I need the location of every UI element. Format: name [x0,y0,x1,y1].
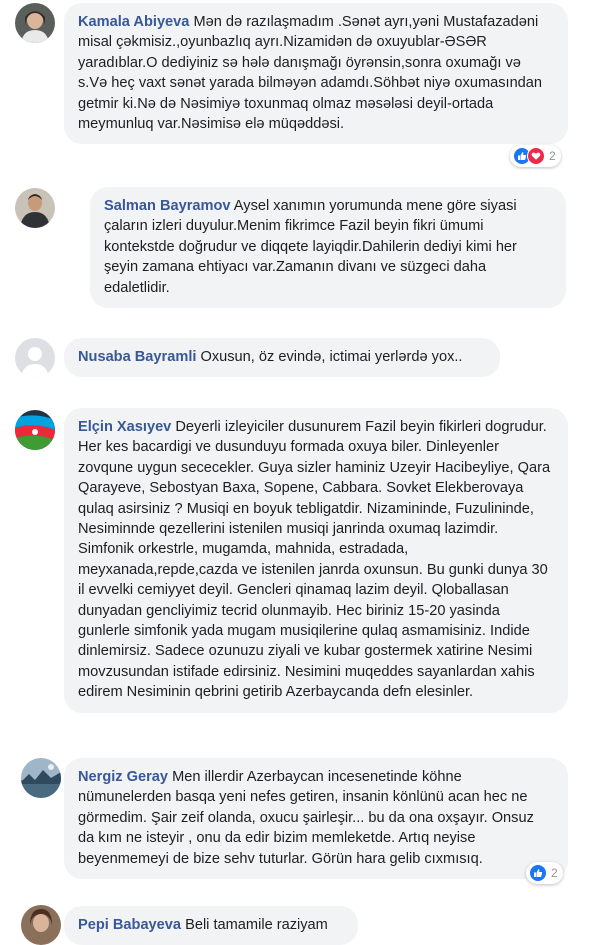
reaction-count: 2 [551,866,558,880]
comment-author[interactable]: Salman Bayramov [104,198,231,214]
comment-bubble: Elçin Xasıyev Deyerli izleyiciler dusunu… [64,408,568,713]
comment-author[interactable]: Pepi Babayeva [78,917,181,933]
comment-text: Beli tamamile raziyam [185,917,328,933]
comment-author[interactable]: Nergiz Geray [78,769,168,785]
profile-photo-icon [15,3,55,43]
like-icon [529,864,547,882]
comment-text: Mən də razılaşmadım .Sənət ayrı,yəni Mus… [78,14,543,133]
flag-avatar-icon [15,410,55,450]
reaction-summary[interactable]: 2 [526,862,563,884]
comment-bubble: Kamala Abiyeva Mən də razılaşmadım .Sənə… [64,3,568,145]
landscape-avatar-icon [21,758,61,798]
comment-text: Deyerli izleyiciler dusunurem Fazil beyi… [78,419,551,701]
profile-photo-icon [15,188,55,228]
comment-author[interactable]: Kamala Abiyeva [78,14,189,30]
avatar[interactable] [15,3,55,43]
reaction-count: 2 [549,149,556,163]
comment-text: Oxusun, öz evində, ictimai yerlərdə yox.… [200,349,463,365]
avatar[interactable] [15,410,55,450]
comment-author[interactable]: Elçin Xasıyev [78,419,171,435]
comment-bubble: Salman Bayramov Aysel xanımın yorumunda … [90,187,566,309]
comment-bubble: Nusaba Bayramli Oxusun, öz evində, ictim… [64,338,500,378]
comment-bubble: Nergiz Geray Men illerdir Azerbaycan inc… [64,758,568,880]
love-icon [527,147,545,165]
default-avatar-icon [15,338,55,378]
comment-bubble: Pepi Babayeva Beli tamamile raziyam [64,906,358,945]
avatar[interactable] [15,188,55,228]
reaction-summary[interactable]: 2 [510,145,561,167]
avatar[interactable] [21,905,61,945]
comment-author[interactable]: Nusaba Bayramli [78,349,196,365]
avatar[interactable] [21,758,61,798]
profile-photo-icon [21,905,61,945]
avatar[interactable] [15,338,55,378]
